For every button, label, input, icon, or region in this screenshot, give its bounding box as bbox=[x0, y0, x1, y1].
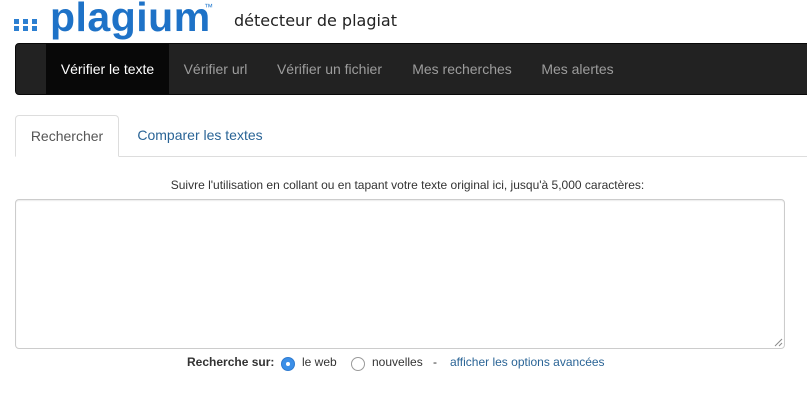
advanced-options-link[interactable]: afficher les options avancées bbox=[450, 355, 605, 369]
separator: - bbox=[433, 355, 437, 369]
radio-news-label[interactable]: nouvelles bbox=[372, 355, 423, 369]
logo[interactable]: plagium bbox=[50, 0, 211, 41]
page: plagium ™ détecteur de plagiat Vérifier … bbox=[0, 0, 807, 397]
search-on-label: Recherche sur: bbox=[187, 355, 275, 369]
radio-web-label[interactable]: le web bbox=[302, 355, 337, 369]
search-options-row: Recherche sur: le web nouvelles - affich… bbox=[0, 354, 807, 374]
logo-dots-icon bbox=[14, 13, 48, 31]
tagline: détecteur de plagiat bbox=[234, 11, 398, 30]
main-navbar: Vérifier le texte Vérifier url Vérifier … bbox=[15, 43, 807, 95]
tab-rechercher[interactable]: Rechercher bbox=[15, 115, 119, 157]
nav-item-verifier-fichier[interactable]: Vérifier un fichier bbox=[262, 44, 397, 94]
radio-web[interactable] bbox=[281, 357, 295, 371]
nav-item-mes-recherches[interactable]: Mes recherches bbox=[397, 44, 527, 94]
text-input-area[interactable] bbox=[15, 199, 785, 349]
nav-item-verifier-url[interactable]: Vérifier url bbox=[169, 44, 262, 94]
nav-item-mes-alertes[interactable]: Mes alertes bbox=[527, 44, 628, 94]
logo-trademark: ™ bbox=[204, 2, 213, 12]
tab-comparer-textes[interactable]: Comparer les textes bbox=[122, 115, 278, 157]
resize-handle-icon[interactable] bbox=[774, 338, 783, 347]
nav-item-verifier-texte[interactable]: Vérifier le texte bbox=[46, 44, 169, 94]
radio-news[interactable] bbox=[351, 357, 365, 371]
instruction-text: Suivre l'utilisation en collant ou en ta… bbox=[170, 178, 645, 192]
